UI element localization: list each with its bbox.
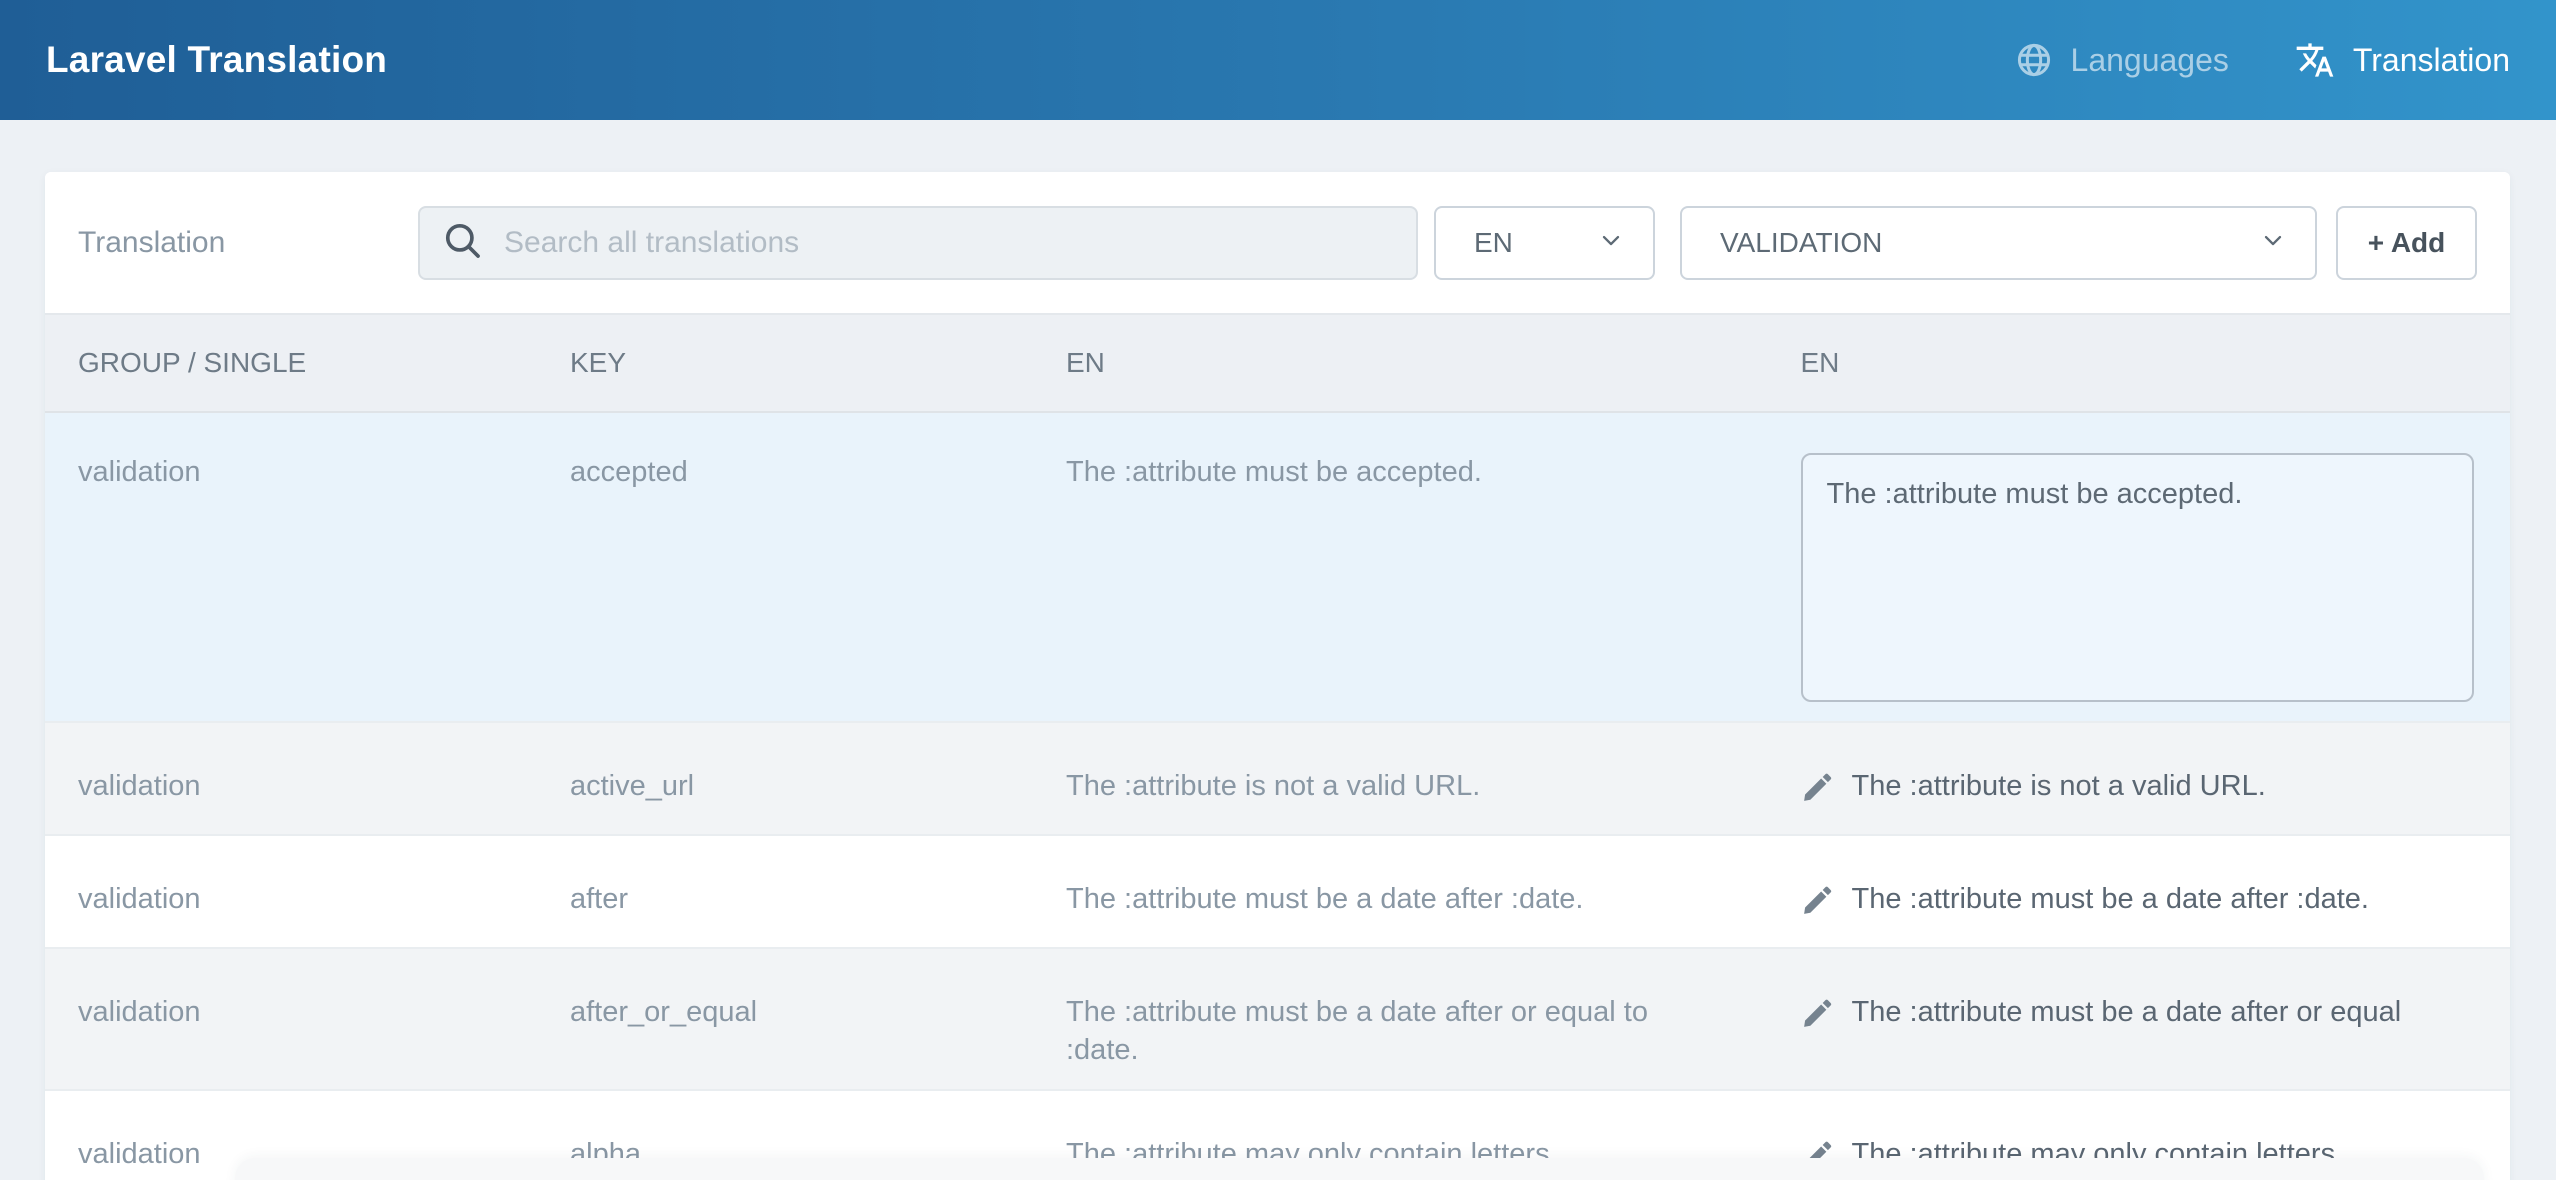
cell-source: The :attribute is not a valid URL.: [1031, 723, 1771, 834]
globe-icon: [2015, 41, 2053, 79]
group-select[interactable]: VALIDATION: [1680, 206, 2317, 280]
chevron-down-icon: [2259, 226, 2287, 261]
search-icon: [442, 220, 484, 267]
locale-select[interactable]: EN: [1434, 206, 1655, 280]
locale-select-value: EN: [1474, 227, 1513, 259]
add-button[interactable]: + Add: [2336, 206, 2477, 280]
search-box: [418, 206, 1418, 280]
translation-edit[interactable]: The :attribute must be a date after :dat…: [1801, 880, 2475, 927]
group-select-value: VALIDATION: [1720, 227, 1882, 259]
cell-target: The :attribute must be accepted.: [1771, 413, 2511, 721]
nav-links: Languages Translation: [2015, 40, 2510, 80]
toolbar: Translation EN VALIDATION + Add: [45, 172, 2510, 313]
translation-value: The :attribute is not a valid URL.: [1852, 767, 2266, 805]
bottom-panel-edge: [235, 1158, 2484, 1180]
cell-key: accepted: [538, 413, 1031, 721]
cell-source: The :attribute must be a date after :dat…: [1031, 836, 1771, 947]
cell-key: after: [538, 836, 1031, 947]
column-header-group: GROUP / SINGLE: [45, 347, 538, 379]
cell-key: active_url: [538, 723, 1031, 834]
column-header-key: KEY: [538, 347, 1031, 379]
chevron-down-icon: [1597, 226, 1625, 261]
translation-textarea[interactable]: The :attribute must be accepted.: [1801, 453, 2475, 702]
app-title[interactable]: Laravel Translation: [46, 39, 387, 81]
translation-value: The :attribute must be a date after or e…: [1852, 993, 2402, 1031]
translation-card: Translation EN VALIDATION + Add GROU: [45, 172, 2510, 1180]
table-header-row: GROUP / SINGLE KEY EN EN: [45, 313, 2510, 413]
pencil-icon[interactable]: [1801, 880, 1835, 927]
table-row: validationafter_or_equalThe :attribute m…: [45, 949, 2510, 1091]
cell-key: after_or_equal: [538, 949, 1031, 1089]
cell-source: The :attribute must be a date after or e…: [1031, 949, 1771, 1089]
nav-item-label: Languages: [2071, 42, 2229, 79]
pencil-icon[interactable]: [1801, 993, 1835, 1040]
translate-icon: [2295, 40, 2335, 80]
nav-item-label: Translation: [2353, 42, 2510, 79]
translation-edit[interactable]: The :attribute must be a date after or e…: [1801, 993, 2475, 1040]
table-body: validationacceptedThe :attribute must be…: [45, 413, 2510, 1180]
column-header-target: EN: [1771, 347, 2511, 379]
translation-edit[interactable]: The :attribute is not a valid URL.: [1801, 767, 2475, 814]
page-title: Translation: [78, 226, 225, 260]
column-header-source: EN: [1031, 347, 1771, 379]
table-row: validationacceptedThe :attribute must be…: [45, 413, 2510, 723]
navbar: Laravel Translation Languages Translatio…: [0, 0, 2556, 120]
translation-value: The :attribute must be a date after :dat…: [1852, 880, 2369, 918]
cell-target: The :attribute must be a date after :dat…: [1771, 836, 2511, 947]
cell-group: validation: [45, 836, 538, 947]
cell-group: validation: [45, 723, 538, 834]
table-row: validationactive_urlThe :attribute is no…: [45, 723, 2510, 836]
cell-group: validation: [45, 949, 538, 1089]
cell-target: The :attribute is not a valid URL.: [1771, 723, 2511, 834]
nav-item-languages[interactable]: Languages: [2015, 41, 2229, 79]
cell-group: validation: [45, 413, 538, 721]
cell-source: The :attribute must be accepted.: [1031, 413, 1771, 721]
cell-target: The :attribute must be a date after or e…: [1771, 949, 2511, 1089]
search-input[interactable]: [484, 208, 1416, 278]
nav-item-translation[interactable]: Translation: [2295, 40, 2510, 80]
pencil-icon[interactable]: [1801, 767, 1835, 814]
table-row: validationafterThe :attribute must be a …: [45, 836, 2510, 949]
